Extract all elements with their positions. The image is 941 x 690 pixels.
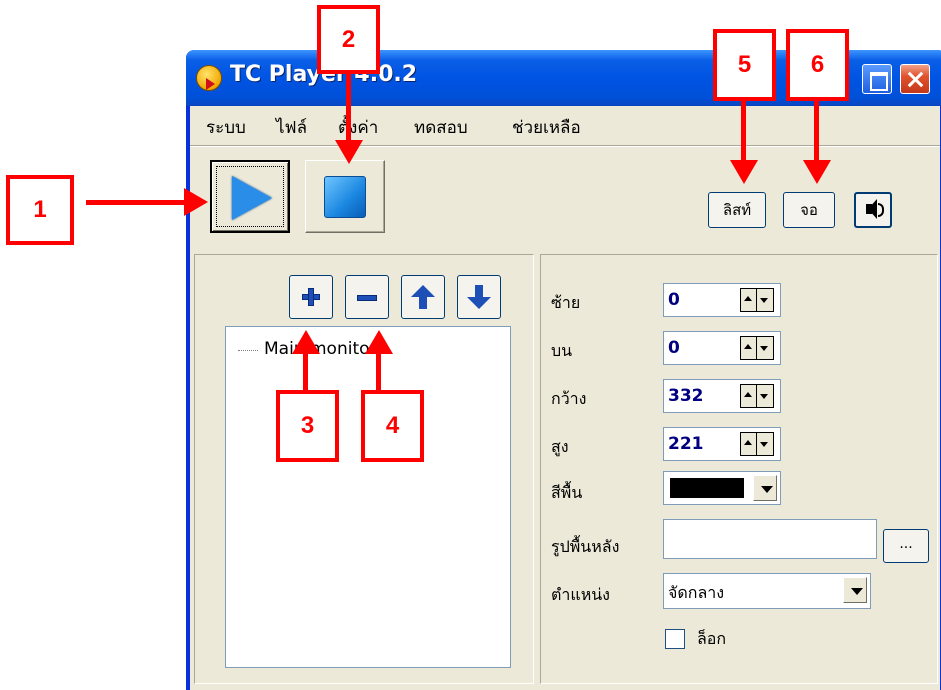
height-label: สูง xyxy=(551,437,569,456)
stop-button[interactable] xyxy=(305,160,385,233)
maximize-button[interactable] xyxy=(862,64,892,94)
add-icon-vertical xyxy=(308,288,314,306)
callout-5-arrow xyxy=(741,101,746,163)
dropdown-button[interactable] xyxy=(843,577,867,603)
arrow-head-right-icon xyxy=(184,188,208,216)
remove-monitor-button[interactable] xyxy=(345,275,389,319)
callout-1-arrow xyxy=(86,200,186,205)
properties-panel: ซ้าย บน กว้าง xyxy=(540,254,938,684)
arrow-head-down-icon xyxy=(730,160,758,184)
spin-down-icon xyxy=(760,394,768,399)
width-input[interactable] xyxy=(668,386,738,406)
arrow-head-up-icon xyxy=(365,330,393,354)
spin-up-button[interactable] xyxy=(741,433,757,455)
app-window: TC Player 4.0.2 ระบบ ไฟล์ ตั้งค่า ทดสอบ … xyxy=(186,50,941,690)
position-label: ตำแหน่ง xyxy=(551,585,610,604)
width-spinbox[interactable] xyxy=(663,379,781,413)
menu-system[interactable]: ระบบ xyxy=(206,114,246,141)
chevron-down-icon xyxy=(761,486,773,493)
remove-icon xyxy=(357,295,377,301)
spin-down-icon xyxy=(760,442,768,447)
position-value: จัดกลาง xyxy=(668,583,725,602)
callout-3: 3 xyxy=(276,390,339,462)
height-spin-buttons[interactable] xyxy=(740,432,774,456)
bg-image-field[interactable] xyxy=(663,519,877,559)
top-label: บน xyxy=(551,341,573,360)
arrow-head-up-icon xyxy=(292,330,320,354)
spin-down-icon xyxy=(760,346,768,351)
move-down-icon xyxy=(467,297,491,309)
spin-down-button[interactable] xyxy=(757,337,773,359)
spin-up-icon xyxy=(744,392,752,397)
callout-2: 2 xyxy=(317,5,380,74)
arrow-head-down-icon xyxy=(335,140,363,164)
tree-item-main-monitor[interactable]: Main monitor xyxy=(264,339,377,359)
menu-help[interactable]: ช่วยเหลือ xyxy=(512,114,581,141)
left-spin-buttons[interactable] xyxy=(740,288,774,312)
top-spin-buttons[interactable] xyxy=(740,336,774,360)
left-spinbox[interactable] xyxy=(663,283,781,317)
callout-4-arrow xyxy=(376,350,381,392)
menu-file[interactable]: ไฟล์ xyxy=(276,114,307,141)
callout-6: 6 xyxy=(786,29,849,101)
bg-image-label: รูปพื้นหลัง xyxy=(551,537,620,556)
spin-up-icon xyxy=(744,296,752,301)
spin-down-icon xyxy=(760,298,768,303)
speaker-icon xyxy=(866,199,877,219)
spin-up-button[interactable] xyxy=(741,289,757,311)
speaker-wave-icon xyxy=(878,203,884,217)
spin-up-button[interactable] xyxy=(741,385,757,407)
move-up-icon-stem xyxy=(419,296,427,309)
tree-connector xyxy=(238,350,258,351)
callout-1: 1 xyxy=(6,175,74,245)
spin-down-button[interactable] xyxy=(757,289,773,311)
sound-button[interactable] xyxy=(854,192,892,228)
playlist-button[interactable]: ลิสท์ xyxy=(708,192,766,228)
screen-button[interactable]: จอ xyxy=(783,192,835,228)
app-logo-icon xyxy=(196,65,222,91)
bg-color-label: สีพื้น xyxy=(551,483,583,502)
menu-settings[interactable]: ตั้งค่า xyxy=(338,114,378,141)
height-spinbox[interactable] xyxy=(663,427,781,461)
callout-2-arrow xyxy=(346,74,351,144)
spin-up-icon xyxy=(744,440,752,445)
monitor-tree[interactable]: Main monitor xyxy=(225,326,511,668)
callout-5: 5 xyxy=(713,29,776,101)
spin-down-button[interactable] xyxy=(757,385,773,407)
spin-down-button[interactable] xyxy=(757,433,773,455)
width-spin-buttons[interactable] xyxy=(740,384,774,408)
position-dropdown[interactable]: จัดกลาง xyxy=(663,573,871,609)
lock-label: ล็อก xyxy=(697,629,727,648)
top-spinbox[interactable] xyxy=(663,331,781,365)
top-input[interactable] xyxy=(668,338,738,358)
move-up-button[interactable] xyxy=(401,275,445,319)
callout-6-arrow xyxy=(814,101,819,163)
callout-3-arrow xyxy=(303,350,308,392)
spin-up-icon xyxy=(744,344,752,349)
bg-color-dropdown[interactable] xyxy=(663,471,781,505)
left-label: ซ้าย xyxy=(551,293,581,312)
width-label: กว้าง xyxy=(551,389,587,408)
lock-checkbox[interactable] xyxy=(665,629,685,649)
monitor-tree-panel: Main monitor xyxy=(194,254,534,684)
move-down-button[interactable] xyxy=(457,275,501,319)
menu-test[interactable]: ทดสอบ xyxy=(414,114,468,141)
browse-button[interactable]: ... xyxy=(883,529,929,563)
close-button[interactable] xyxy=(900,64,930,94)
add-monitor-button[interactable] xyxy=(289,275,333,319)
dropdown-button[interactable] xyxy=(753,475,777,501)
spin-up-button[interactable] xyxy=(741,337,757,359)
play-icon xyxy=(232,176,272,220)
menu-bar: ระบบ ไฟล์ ตั้งค่า ทดสอบ ช่วยเหลือ xyxy=(190,114,940,142)
menu-separator xyxy=(190,145,940,147)
callout-4: 4 xyxy=(361,390,424,462)
chevron-down-icon xyxy=(851,588,863,595)
play-button[interactable] xyxy=(210,160,290,233)
stop-icon xyxy=(324,176,366,218)
color-swatch xyxy=(670,478,744,498)
left-input[interactable] xyxy=(668,290,738,310)
arrow-head-down-icon xyxy=(803,160,831,184)
height-input[interactable] xyxy=(668,434,738,454)
